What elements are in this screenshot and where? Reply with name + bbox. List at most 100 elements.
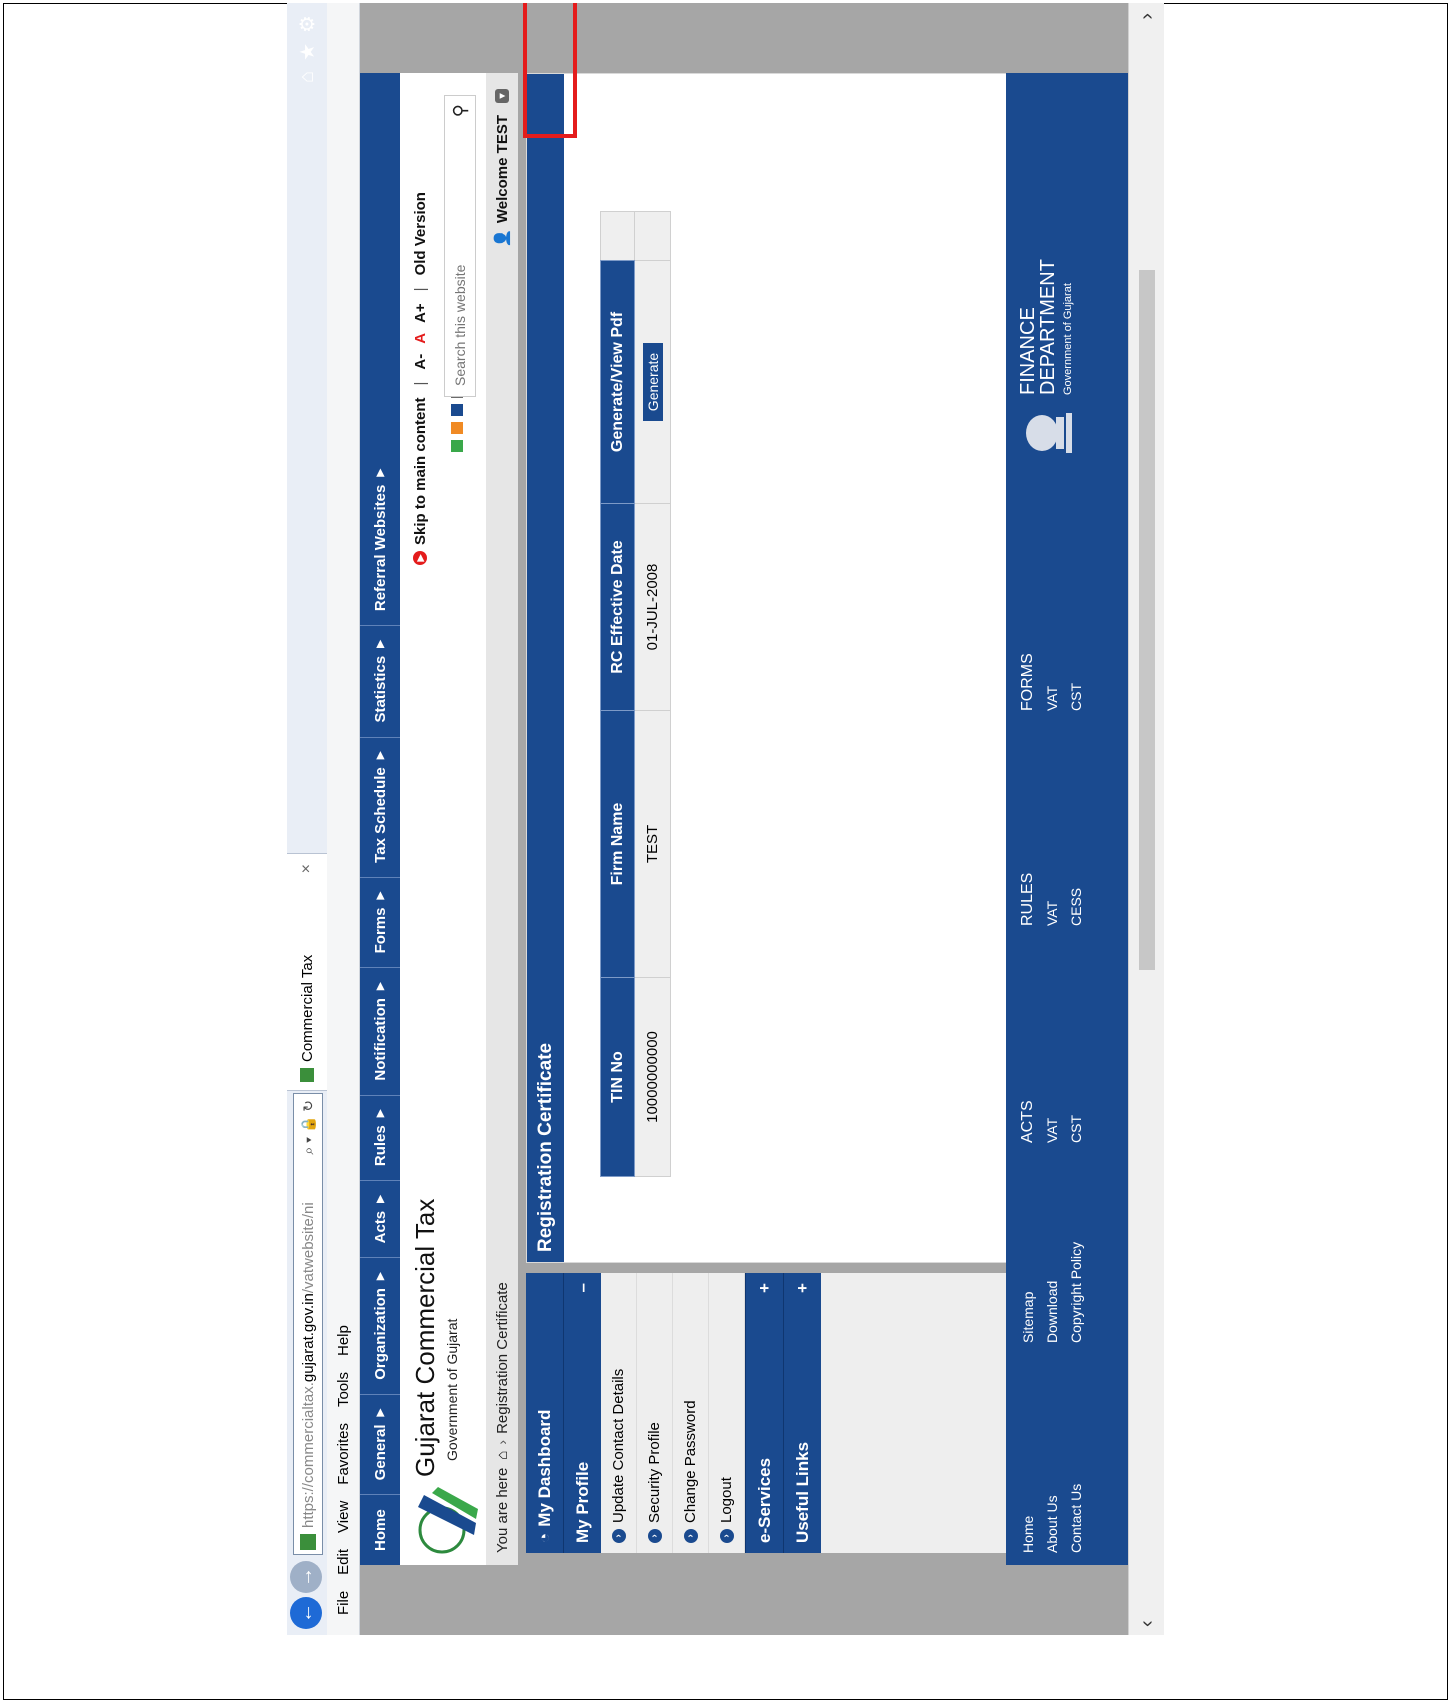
footer-acts-vat[interactable]: VAT xyxy=(1040,1100,1064,1143)
expand-icon[interactable]: + xyxy=(793,1283,813,1293)
browser-tab[interactable]: Commercial Tax × xyxy=(287,853,327,1091)
footer-link-download[interactable]: Download xyxy=(1040,1242,1064,1343)
skip-to-main-link[interactable]: Skip to main content xyxy=(412,397,429,545)
sidebar-item-update-contact[interactable]: › Update Contact Details xyxy=(601,1273,637,1553)
sidebar-item-label: Change Password xyxy=(682,1400,699,1523)
footer-rules: RULES VAT CESS xyxy=(1016,873,1088,926)
nav-forms-label: Forms xyxy=(371,907,389,954)
caret-right-icon: ▶ xyxy=(374,982,386,991)
footer-link-sitemap[interactable]: Sitemap xyxy=(1016,1242,1040,1343)
font-decrease-button[interactable]: A- xyxy=(412,354,429,370)
caret-right-icon: ▶ xyxy=(374,751,386,760)
sidebar-eservices-label: e-Services xyxy=(754,1457,774,1543)
site-title: Gujarat Commercial Tax xyxy=(410,1198,440,1477)
search-icon[interactable]: ⚲ xyxy=(450,104,471,117)
footer-rules-vat[interactable]: VAT xyxy=(1040,873,1064,926)
address-bar-row: ← → https://commercialtax. gujarat.gov.in… xyxy=(287,3,328,1635)
nav-general[interactable]: General ▶ xyxy=(360,1393,400,1495)
header-utility-links: ▶ Skip to main content | A- A A+ | Old V… xyxy=(406,192,434,565)
nav-tax-schedule[interactable]: Tax Schedule ▶ xyxy=(360,736,400,877)
nav-referral-websites[interactable]: Referral Websites ▶ xyxy=(360,455,400,625)
user-icon: 👤 xyxy=(494,229,511,248)
nav-home[interactable]: Home xyxy=(360,1494,400,1565)
menu-favorites[interactable]: Favorites xyxy=(335,1423,352,1485)
menu-edit[interactable]: Edit xyxy=(335,1549,352,1575)
sidebar-item-change-password[interactable]: › Change Password xyxy=(673,1273,709,1553)
collapse-icon[interactable]: – xyxy=(573,1283,593,1292)
forward-button[interactable]: → xyxy=(290,1561,322,1593)
highlight-annotation-box xyxy=(523,3,577,138)
theme-green-swatch[interactable] xyxy=(451,440,463,452)
nav-rules[interactable]: Rules ▶ xyxy=(360,1094,400,1181)
dept-line3: Government of Gujarat xyxy=(1062,283,1074,395)
site-search-input[interactable] xyxy=(451,134,469,388)
settings-gear-icon[interactable]: ⚙ xyxy=(295,15,320,33)
caret-right-icon: ▶ xyxy=(374,468,386,477)
footer-forms-cst[interactable]: CST xyxy=(1064,653,1088,711)
site-logo[interactable] xyxy=(404,1485,480,1555)
nav-statistics[interactable]: Statistics ▶ xyxy=(360,625,400,737)
site-header: Gujarat Commercial Tax Government of Guj… xyxy=(400,73,486,1565)
panel-header: Registration Certificate xyxy=(527,74,564,1262)
sidebar-my-profile[interactable]: My Profile – xyxy=(563,1273,601,1553)
column-header-generate-pdf: Generate/View Pdf xyxy=(600,260,635,504)
footer-link-about[interactable]: About Us xyxy=(1040,1484,1064,1553)
menu-view[interactable]: View xyxy=(335,1501,352,1533)
menu-tools[interactable]: Tools xyxy=(335,1372,352,1407)
column-header-tin: TIN No xyxy=(600,977,635,1177)
generate-button[interactable]: Generate xyxy=(642,342,663,422)
chevron-right-icon: › xyxy=(719,1529,734,1543)
caret-right-icon: ▶ xyxy=(374,1272,386,1281)
footer-acts-cst[interactable]: CST xyxy=(1064,1100,1088,1143)
menu-file[interactable]: File xyxy=(335,1591,352,1615)
favorites-star-icon[interactable]: ★ xyxy=(295,43,320,61)
expand-icon[interactable]: + xyxy=(755,1283,775,1293)
search-lock-refresh-icons[interactable]: ⌕ ▾ 🔒 ↻ xyxy=(300,1100,317,1155)
scrollbar-thumb[interactable] xyxy=(1139,270,1155,970)
chevron-right-icon: › xyxy=(647,1529,662,1543)
browser-window: ← → https://commercialtax. gujarat.gov.in… xyxy=(287,3,1164,1635)
scroll-left-arrow-icon[interactable]: ‹ xyxy=(1129,1620,1164,1627)
nav-forms[interactable]: Forms ▶ xyxy=(360,876,400,968)
nav-notification-label: Notification xyxy=(371,998,389,1081)
sidebar-item-security-profile[interactable]: › Security Profile xyxy=(637,1273,673,1553)
theme-orange-swatch[interactable] xyxy=(451,422,463,434)
site-search-box[interactable]: ⚲ xyxy=(444,95,476,397)
footer-rules-cess[interactable]: CESS xyxy=(1064,873,1088,926)
caret-right-icon: ▶ xyxy=(374,1109,386,1118)
back-button[interactable]: ← xyxy=(290,1597,322,1629)
footer-link-copyright[interactable]: Copyright Policy xyxy=(1064,1242,1088,1343)
url-input[interactable]: https://commercialtax. gujarat.gov.in/vat… xyxy=(293,1093,323,1555)
sidebar-eservices[interactable]: e-Services + xyxy=(745,1273,783,1553)
tab-close-icon[interactable]: × xyxy=(298,864,316,873)
nav-notification[interactable]: Notification ▶ xyxy=(360,967,400,1095)
nav-acts[interactable]: Acts ▶ xyxy=(360,1180,400,1258)
old-version-link[interactable]: Old Version xyxy=(412,192,429,275)
url-prefix: https://commercialtax. xyxy=(299,1382,317,1528)
breadcrumb-home-icon[interactable]: ⌂ xyxy=(494,1451,511,1460)
font-increase-button[interactable]: A+ xyxy=(412,303,429,323)
nav-organization[interactable]: Organization ▶ xyxy=(360,1257,400,1394)
sidebar-useful-links[interactable]: Useful Links + xyxy=(783,1273,821,1553)
footer-links-col1: Home About Us Contact Us xyxy=(1016,1484,1088,1553)
footer-link-contact[interactable]: Contact Us xyxy=(1064,1484,1088,1553)
user-menu-chevron-icon[interactable]: ▾ xyxy=(495,89,509,103)
horizontal-scrollbar[interactable]: ‹ › xyxy=(1128,3,1164,1635)
table-header-spacer xyxy=(600,211,635,261)
nav-rules-label: Rules xyxy=(371,1125,389,1167)
sidebar-my-profile-label: My Profile xyxy=(572,1461,592,1543)
sidebar-item-logout[interactable]: › Logout xyxy=(709,1273,745,1553)
cell-generate: Generate xyxy=(634,260,671,504)
footer-link-home[interactable]: Home xyxy=(1016,1484,1040,1553)
nav-organization-label: Organization xyxy=(371,1288,389,1380)
dept-line1: FINANCE xyxy=(1017,307,1039,395)
home-icon[interactable]: ⌂ xyxy=(296,71,319,83)
footer-forms-vat[interactable]: VAT xyxy=(1040,653,1064,711)
sidebar-dashboard-label: My Dashboard xyxy=(534,1409,554,1527)
national-emblem-icon xyxy=(1020,405,1086,461)
scroll-right-arrow-icon[interactable]: › xyxy=(1129,13,1164,20)
theme-blue-swatch[interactable] xyxy=(451,404,463,416)
menu-help[interactable]: Help xyxy=(335,1325,352,1356)
sidebar-dashboard[interactable]: ◔ My Dashboard xyxy=(526,1273,563,1553)
font-normal-button[interactable]: A xyxy=(412,333,429,344)
